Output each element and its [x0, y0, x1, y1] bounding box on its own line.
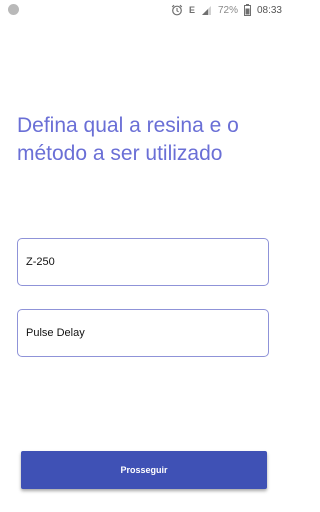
- battery-percentage: 72%: [217, 4, 238, 16]
- battery-icon: [243, 4, 251, 16]
- clock: 08:33: [256, 4, 282, 16]
- resin-field-value: Z-250: [26, 256, 55, 268]
- resin-field[interactable]: Z-250: [17, 238, 269, 286]
- continue-button[interactable]: Prosseguir: [21, 451, 267, 489]
- alarm-icon: [171, 4, 183, 16]
- page-title: Defina qual a resina e o método a ser ut…: [17, 114, 239, 165]
- status-indicators: E 72% 08:33: [171, 2, 282, 18]
- status-bar: E 72% 08:33: [0, 0, 288, 20]
- network-type-label: E: [188, 5, 195, 15]
- method-field-value: Pulse Delay: [26, 327, 85, 339]
- method-field[interactable]: Pulse Delay: [17, 309, 269, 357]
- signal-icon: [201, 5, 212, 16]
- continue-button-label: Prosseguir: [120, 465, 168, 475]
- notification-dot-icon: [8, 4, 19, 15]
